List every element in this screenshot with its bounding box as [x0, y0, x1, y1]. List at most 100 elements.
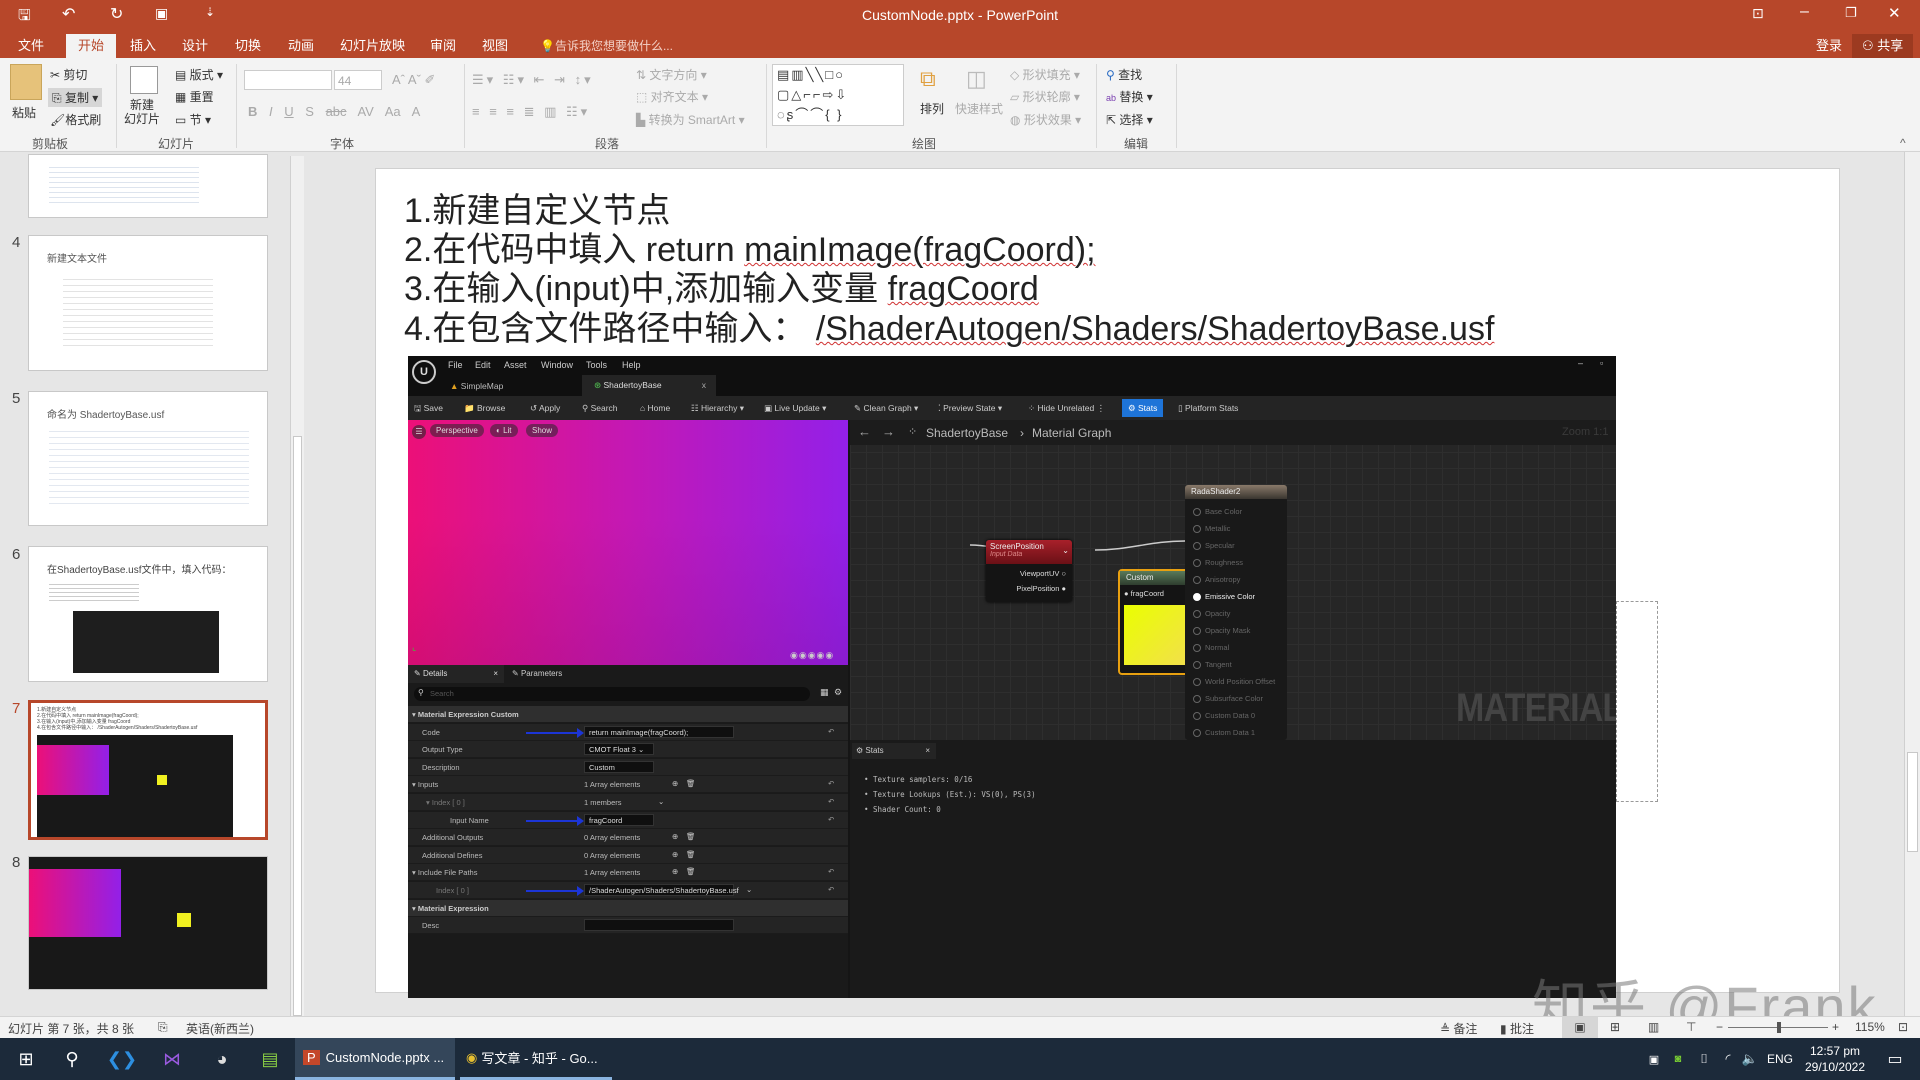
slide-text-line-4[interactable]: 4.在包含文件路径中输入： /ShaderAutogen/Shaders/Sha…: [404, 309, 1494, 349]
reset-to-default-icon[interactable]: ↶: [828, 815, 834, 824]
zoom-out-button[interactable]: −: [1716, 1020, 1723, 1034]
tab-details[interactable]: ✎ Details ×: [408, 665, 504, 683]
usb-icon[interactable]: ⌷: [1694, 1038, 1714, 1080]
slide-scrollbar[interactable]: [1904, 152, 1920, 1016]
live-update-button[interactable]: ▣ Live Update ▾: [764, 399, 826, 417]
fit-to-window-icon[interactable]: ⊡: [1898, 1020, 1908, 1034]
font-format-buttons[interactable]: B I U S abc AV Aa A: [248, 104, 420, 119]
home-button[interactable]: ⌂ Home: [640, 399, 670, 417]
copy-button[interactable]: ⎘ 复制 ▾: [48, 88, 103, 107]
chevron-down-icon[interactable]: ⌄: [1062, 546, 1069, 555]
font-size-input[interactable]: 44: [334, 70, 382, 90]
text-direction-button[interactable]: ⇅ 文字方向 ▾: [636, 66, 707, 83]
paste-button[interactable]: 粘贴: [12, 104, 36, 121]
tab-file[interactable]: 文件: [12, 34, 50, 58]
zoom-slider-thumb[interactable]: [1776, 1022, 1781, 1033]
scrollbar-thumb[interactable]: [293, 436, 302, 1016]
material-input-pin[interactable]: Normal: [1193, 643, 1229, 652]
material-input-pin[interactable]: Opacity Mask: [1193, 626, 1250, 635]
node-material-result[interactable]: RadaShader2 Base Color Metallic Specular Ro…: [1185, 485, 1287, 740]
pin-pixelposition[interactable]: PixelPosition ●: [1016, 584, 1066, 593]
property-row[interactable]: ▾ Include File Paths 1 Array elements ⊕ 🗑 ↶: [408, 864, 848, 882]
font-name-input[interactable]: [244, 70, 332, 90]
selection-placeholder[interactable]: [1616, 601, 1658, 802]
property-value-input[interactable]: /ShaderAutogen/Shaders/ShadertoyBase.usf: [584, 884, 739, 896]
layout-button[interactable]: ▤ 版式 ▾: [175, 66, 223, 83]
restore-icon[interactable]: ❐: [1845, 5, 1857, 21]
tab-close-icon[interactable]: x: [702, 375, 706, 395]
hierarchy-button[interactable]: ☷ Hierarchy ▾: [691, 399, 744, 417]
add-element-icon[interactable]: ⊕: [672, 867, 678, 876]
alignment-buttons[interactable]: ≡ ≡ ≡ ≣ ▥ ☷▾: [472, 104, 590, 120]
reset-to-default-icon[interactable]: ↶: [828, 779, 834, 788]
lit-button[interactable]: ◐ Lit: [490, 424, 518, 437]
apply-button[interactable]: ↺ Apply: [530, 399, 560, 417]
search-icon[interactable]: ⚲: [54, 1038, 90, 1080]
reading-view-button[interactable]: ▥: [1648, 1020, 1659, 1034]
trash-icon[interactable]: 🗑: [686, 850, 696, 859]
property-row[interactable]: Additional Defines 0 Array elements ⊕ 🗑: [408, 846, 848, 864]
menu-file[interactable]: File: [448, 360, 463, 370]
windows-start-icon[interactable]: ⊞: [8, 1038, 44, 1080]
unreal-editor-screenshot[interactable]: U File Edit Asset Window Tools Help – ▫ …: [408, 356, 1616, 998]
share-button[interactable]: ⚇ 共享: [1852, 34, 1914, 58]
volume-icon[interactable]: 🔈: [1740, 1038, 1760, 1080]
close-icon[interactable]: ✕: [1888, 4, 1901, 22]
chevron-down-icon[interactable]: ⌄: [746, 885, 752, 894]
slide-text-line-2[interactable]: 2.在代码中填入 return mainImage(fragCoord);: [404, 230, 1096, 270]
visual-studio-icon[interactable]: ⋈: [154, 1038, 190, 1080]
italic-button[interactable]: I: [269, 104, 273, 119]
node-screenposition[interactable]: ScreenPosition Input Data ⌄ ViewportUV ○…: [986, 540, 1072, 602]
add-element-icon[interactable]: ⊕: [672, 832, 678, 841]
property-value-dropdown[interactable]: CMOT Float 3 ⌄: [584, 743, 654, 756]
language-indicator[interactable]: 英语(新西兰): [186, 1020, 254, 1037]
app-icon[interactable]: ◕: [204, 1038, 240, 1080]
tab-design[interactable]: 设计: [176, 34, 214, 58]
shape-effects-button[interactable]: ◍ 形状效果 ▾: [1010, 111, 1081, 128]
material-input-pin[interactable]: Metallic: [1193, 524, 1230, 533]
slide-text-line-3[interactable]: 3.在输入(input)中,添加输入变量 fragCoord: [404, 269, 1039, 309]
bold-button[interactable]: B: [248, 104, 257, 119]
replace-button[interactable]: ab 替换 ▾: [1106, 88, 1153, 105]
minimize-icon[interactable]: –: [1800, 3, 1809, 21]
list-indent-buttons[interactable]: ☰▾ ☷▾ ⇤ ⇥ ↕▾: [472, 72, 594, 88]
smartart-button[interactable]: ▙ 转换为 SmartArt ▾: [636, 111, 745, 128]
property-value-input[interactable]: [584, 919, 734, 932]
material-graph-canvas[interactable]: ← → ⁘ ShadertoyBase › Material Graph Zoo…: [850, 420, 1616, 740]
trash-icon[interactable]: 🗑: [686, 779, 696, 788]
language-indicator[interactable]: ENG: [1764, 1038, 1796, 1080]
property-value-input[interactable]: fragCoord: [584, 813, 654, 826]
zoom-in-button[interactable]: +: [1832, 1020, 1839, 1034]
wifi-icon[interactable]: ◜: [1718, 1038, 1738, 1080]
material-input-pin[interactable]: Base Color: [1193, 507, 1242, 516]
signin-link[interactable]: 登录: [1810, 34, 1848, 58]
hide-unrelated-button[interactable]: ⁘ Hide Unrelated ⋮: [1028, 399, 1105, 417]
slide-sorter-button[interactable]: ⊞: [1610, 1020, 1620, 1034]
property-row[interactable]: ▾ Index [ 0 ] 1 members ⌄ ↶: [408, 794, 848, 811]
property-row[interactable]: Description Custom: [408, 758, 848, 776]
collapse-ribbon-icon[interactable]: ^: [1900, 136, 1906, 150]
select-button[interactable]: ⇱ 选择 ▾: [1106, 111, 1153, 128]
tab-insert[interactable]: 插入: [124, 34, 162, 58]
new-slide-button[interactable]: 新建 幻灯片: [124, 98, 160, 126]
property-value-input[interactable]: Custom: [584, 760, 654, 773]
tab-transitions[interactable]: 切换: [229, 34, 267, 58]
details-search-input[interactable]: Search: [414, 687, 810, 701]
property-row[interactable]: Output Type CMOT Float 3 ⌄: [408, 741, 848, 759]
tab-parameters[interactable]: ✎ Parameters: [512, 665, 562, 683]
property-row[interactable]: Input Name fragCoord ↶: [408, 811, 848, 829]
reset-to-default-icon[interactable]: ↶: [828, 797, 834, 806]
tab-view[interactable]: 视图: [476, 34, 514, 58]
find-button[interactable]: ⚲ 查找: [1106, 66, 1142, 83]
slide-thumbnail-6[interactable]: 在ShadertoyBase.usf文件中，填入代码：: [28, 546, 268, 682]
cut-button[interactable]: ✂ 剪切: [50, 66, 87, 83]
tab-simplemap[interactable]: ▲ SimpleMap: [450, 376, 503, 396]
comments-button[interactable]: ▮ 批注: [1500, 1020, 1534, 1037]
material-input-pin[interactable]: Roughness: [1193, 558, 1243, 567]
stats-button[interactable]: ⚙ Stats: [1122, 399, 1164, 417]
slide-thumbnail-3[interactable]: [28, 154, 268, 218]
reset-button[interactable]: ▦ 重置: [175, 88, 214, 105]
material-input-pin[interactable]: Subsurface Color: [1193, 694, 1263, 703]
menu-tools[interactable]: Tools: [586, 360, 607, 370]
trash-icon[interactable]: 🗑: [686, 832, 696, 841]
